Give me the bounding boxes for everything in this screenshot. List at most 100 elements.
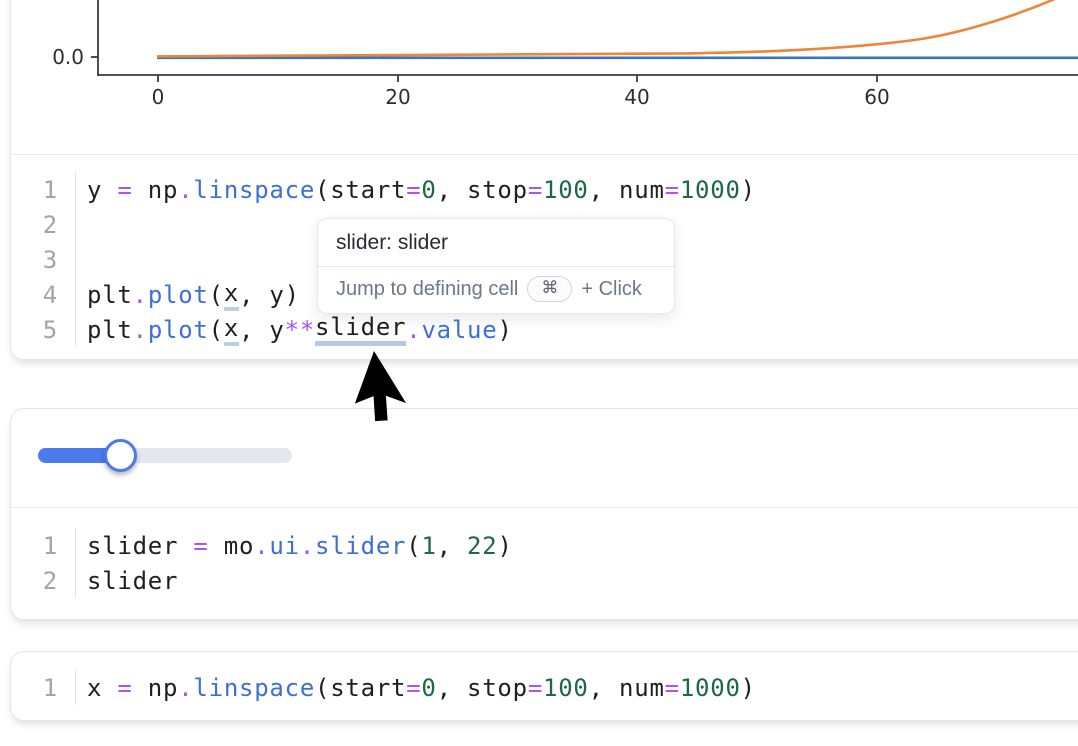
code-token[interactable]: 1	[421, 532, 436, 560]
plot-output: 0.0 0 20 40 60	[0, 0, 1078, 116]
code-token[interactable]: x	[87, 674, 117, 702]
code-token-reference[interactable]: x	[224, 279, 239, 311]
code-line[interactable]: 2 slider	[11, 563, 513, 598]
marimo-notebook-page: 0.0 0 20 40 60 1y = np.linspace(start=0,…	[0, 0, 1078, 746]
code-token[interactable]: =	[193, 532, 208, 560]
code-token[interactable]: =	[406, 674, 421, 702]
code-line[interactable]: 1y = np.linspace(start=0, stop=100, num=…	[11, 172, 756, 207]
line-number: 1	[11, 670, 58, 705]
code-token[interactable]: =	[406, 176, 421, 204]
line-number: 2	[11, 207, 58, 242]
code-token[interactable]: np	[133, 176, 179, 204]
code-token[interactable]: y	[87, 176, 117, 204]
code-token[interactable]: , y)	[239, 281, 300, 309]
code-token[interactable]: )	[741, 176, 756, 204]
code-token[interactable]: =	[117, 674, 132, 702]
code-token[interactable]: , y	[239, 316, 285, 344]
line-number: 4	[11, 277, 58, 312]
code-token[interactable]: (start	[315, 674, 406, 702]
code-token[interactable]: (	[209, 316, 224, 344]
hover-tooltip: slider: slider Jump to defining cell ⌘ +…	[317, 218, 675, 314]
line-number: 1	[11, 528, 58, 563]
code-text[interactable]	[75, 242, 87, 277]
code-token[interactable]: =	[665, 176, 680, 204]
code-token[interactable]: linspace	[193, 176, 315, 204]
code-token[interactable]: 1000	[680, 674, 741, 702]
slider-handle[interactable]	[104, 439, 137, 472]
code-token[interactable]: =	[528, 674, 543, 702]
tooltip-action-row: Jump to defining cell ⌘ + Click	[318, 267, 674, 313]
code-token[interactable]: slider	[87, 532, 193, 560]
code-token[interactable]: np	[133, 674, 179, 702]
code-token[interactable]: =	[665, 674, 680, 702]
code-editor-x-cell[interactable]: 1x = np.linspace(start=0, stop=100, num=…	[11, 670, 756, 705]
code-text[interactable]: slider	[75, 563, 178, 598]
code-token[interactable]: (	[209, 281, 224, 309]
tooltip-action-label: Jump to defining cell	[336, 278, 518, 301]
code-token[interactable]: value	[421, 316, 497, 344]
code-token[interactable]: .	[178, 176, 193, 204]
output-code-divider	[11, 154, 1078, 155]
code-token[interactable]: linspace	[193, 674, 315, 702]
code-text[interactable]: slider = mo.ui.slider(1, 22)	[75, 528, 513, 563]
output-code-divider	[11, 507, 1078, 508]
code-line[interactable]: 1x = np.linspace(start=0, stop=100, num=…	[11, 670, 756, 705]
code-token[interactable]: ui	[269, 532, 299, 560]
code-token[interactable]: )	[497, 532, 512, 560]
line-number: 5	[11, 312, 58, 347]
code-token[interactable]: slider	[87, 567, 178, 595]
code-editor-slider-cell[interactable]: 1slider = mo.ui.slider(1, 22)2slider	[11, 528, 513, 598]
code-token[interactable]: =	[117, 176, 132, 204]
code-token[interactable]: (start	[315, 176, 406, 204]
code-token[interactable]: , num	[589, 674, 665, 702]
code-token-reference[interactable]: x	[224, 314, 239, 346]
code-token[interactable]: plt	[87, 281, 133, 309]
code-line[interactable]: 1slider = mo.ui.slider(1, 22)	[11, 528, 513, 563]
code-token[interactable]: =	[528, 176, 543, 204]
code-text[interactable]	[75, 207, 87, 242]
code-token[interactable]: .	[300, 532, 315, 560]
slider-track[interactable]	[38, 448, 292, 463]
code-token[interactable]: plot	[148, 316, 209, 344]
code-token[interactable]: , stop	[437, 176, 528, 204]
code-token[interactable]: ,	[437, 532, 467, 560]
code-token[interactable]: , num	[589, 176, 665, 204]
code-token[interactable]: .	[254, 532, 269, 560]
line-number: 2	[11, 563, 58, 598]
code-token[interactable]: mo	[209, 532, 255, 560]
line-number: 1	[11, 172, 58, 207]
mouse-cursor-icon	[372, 349, 462, 444]
code-token[interactable]: 0	[421, 674, 436, 702]
tooltip-click-suffix: + Click	[581, 278, 642, 301]
code-token-reference[interactable]: slider	[315, 313, 406, 346]
code-token[interactable]: plt	[87, 316, 133, 344]
code-text[interactable]: x = np.linspace(start=0, stop=100, num=1…	[75, 670, 756, 705]
code-token[interactable]: 1000	[680, 176, 741, 204]
code-token[interactable]: 100	[543, 176, 589, 204]
code-token[interactable]: **	[285, 316, 315, 344]
code-text[interactable]: plt.plot(x, y)	[75, 277, 300, 312]
code-token[interactable]: .	[178, 674, 193, 702]
code-token[interactable]: 100	[543, 674, 589, 702]
x-tick-label: 20	[385, 85, 410, 109]
code-token[interactable]: slider	[315, 532, 406, 560]
x-tick-label: 60	[864, 85, 889, 109]
code-token[interactable]: , stop	[437, 674, 528, 702]
code-token[interactable]: (	[406, 532, 421, 560]
x-tick-label: 0	[152, 85, 165, 109]
code-token[interactable]: .	[133, 281, 148, 309]
x-tick-label: 40	[624, 85, 649, 109]
code-token[interactable]: 0	[421, 176, 436, 204]
code-token[interactable]: plot	[148, 281, 209, 309]
y-tick-label: 0.0	[52, 45, 84, 69]
code-token[interactable]: .	[406, 316, 421, 344]
code-token[interactable]: )	[497, 316, 512, 344]
code-token[interactable]: )	[741, 674, 756, 702]
code-token[interactable]: 22	[467, 532, 497, 560]
code-token[interactable]: .	[133, 316, 148, 344]
code-line[interactable]: 5plt.plot(x, y**slider.value)	[11, 312, 756, 347]
line-series-orange	[157, 0, 1078, 56]
code-text[interactable]: y = np.linspace(start=0, stop=100, num=1…	[75, 172, 756, 207]
tooltip-variable-name: slider: slider	[318, 219, 674, 267]
code-text[interactable]: plt.plot(x, y**slider.value)	[75, 312, 513, 347]
